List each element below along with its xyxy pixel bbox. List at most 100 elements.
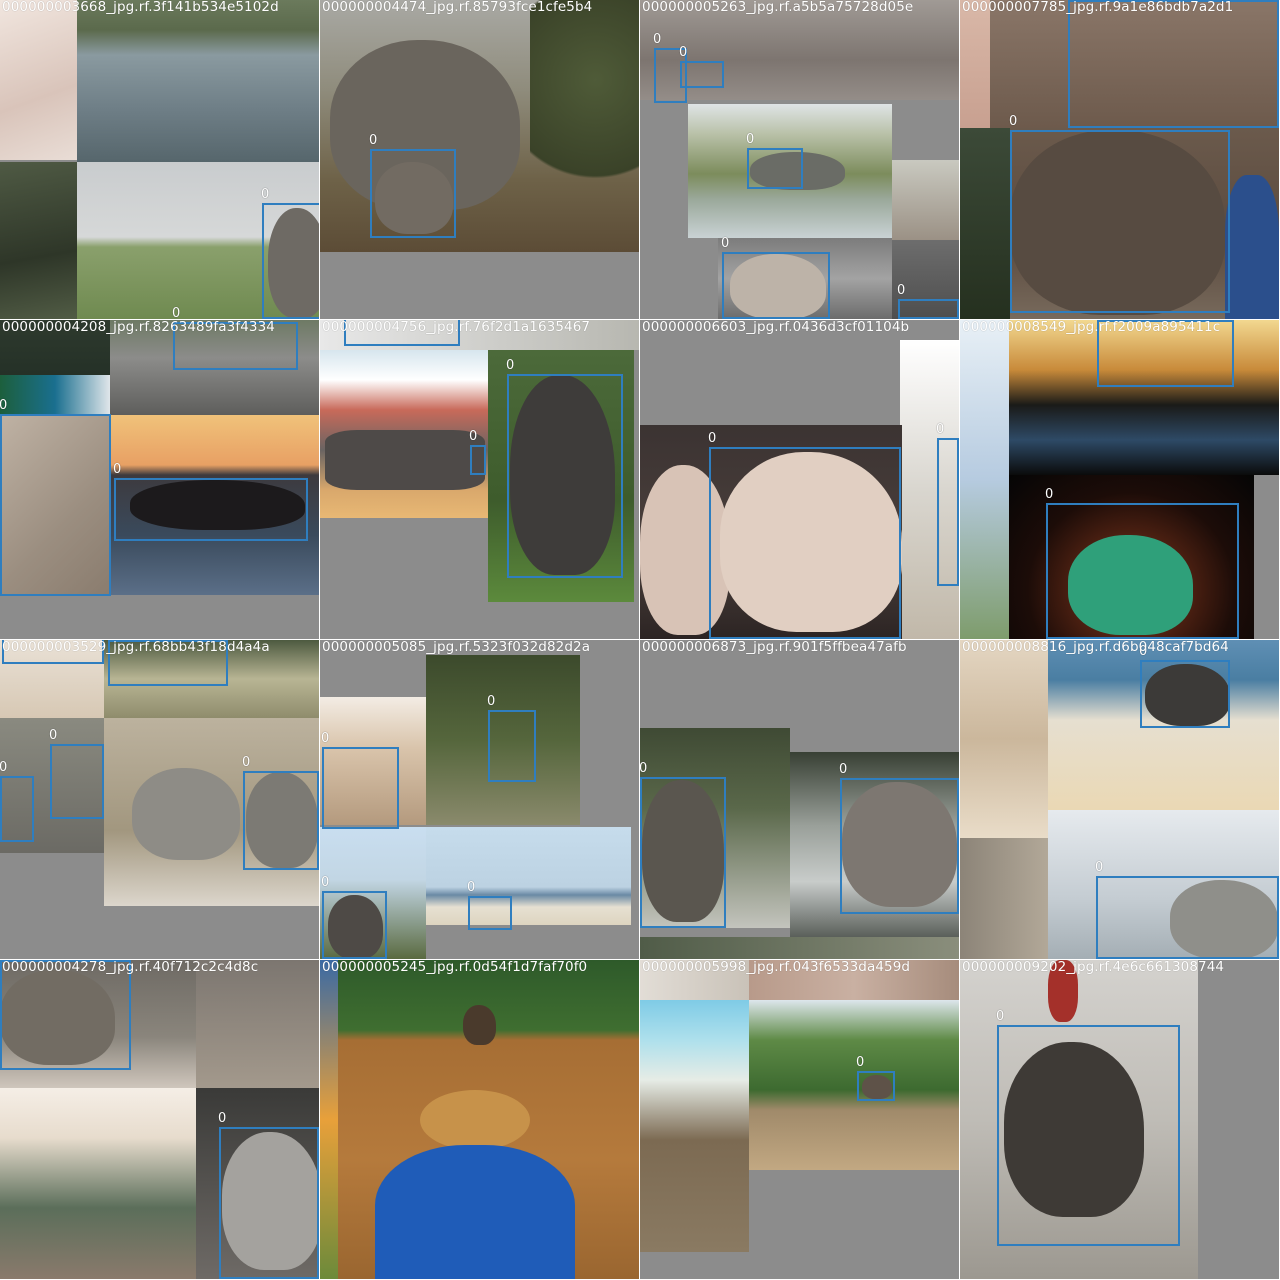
mosaic-grid: 0 0 000000003668_jpg.rf.3f141b534e5102d … [0, 0, 1280, 1280]
class-label: 0 [721, 236, 730, 251]
class-label: 0 [839, 762, 848, 777]
image-filename: 000000005263_jpg.rf.a5b5a75728d05e [642, 0, 914, 15]
mosaic-tile: 0 0 000000006873_jpg.rf.901f5ffbea47afb [640, 640, 959, 959]
bounding-box: 0 [321, 876, 387, 959]
bounding-box: 0 [1095, 861, 1279, 959]
bounding-box: 0 [1009, 115, 1230, 313]
image-filename: 000000005245_jpg.rf.0d54f1d7faf70f0 [322, 960, 588, 975]
class-label: 0 [218, 1111, 227, 1126]
image-filename: 000000004278_jpg.rf.40f712c2c4d8c [2, 960, 259, 975]
bounding-box: 0 [0, 399, 111, 596]
bounding-box: 0 [640, 762, 726, 928]
image-filename: 000000003529_jpg.rf.68bb43f18d4a4a [2, 640, 270, 655]
image-filename: 000000004474_jpg.rf.85793fce1cfe5b4 [322, 0, 593, 15]
image-filename: 000000003668_jpg.rf.3f141b534e5102d [2, 0, 279, 15]
mosaic-tile: 0 0 000000007785_jpg.rf.9a1e86bdb7a2d1 [960, 0, 1279, 319]
tile-photo [960, 0, 990, 128]
tile-photo [0, 1088, 196, 1279]
tile-photo [749, 1000, 959, 1170]
mosaic-tile: 0 000000004474_jpg.rf.85793fce1cfe5b4 [320, 0, 639, 319]
tile-photo [420, 1090, 530, 1150]
tile-photo [375, 1145, 575, 1279]
tile-photo [320, 960, 338, 1279]
bounding-box: 0 [113, 463, 308, 541]
bounding-box: 0 [746, 133, 803, 189]
class-label: 0 [1009, 114, 1018, 129]
class-label: 0 [1045, 487, 1054, 502]
bounding-box: 0 [996, 1010, 1180, 1246]
mosaic-tile: 0 0 000000003668_jpg.rf.3f141b534e5102d [0, 0, 319, 319]
image-filename: 000000008549_jpg.rf.f2009a895411c [962, 320, 1221, 335]
class-label: 0 [708, 431, 717, 446]
image-filename: 000000009202_jpg.rf.4e6c661308744 [962, 960, 1225, 975]
class-label: 0 [369, 133, 378, 148]
tile-photo [960, 320, 1009, 639]
tile-photo [1225, 175, 1279, 319]
bounding-box: 0 [936, 423, 959, 586]
bounding-box: 0 [0, 960, 131, 1070]
image-filename: 000000005085_jpg.rf.5323f032d82d2a [322, 640, 591, 655]
class-label: 0 [321, 875, 330, 890]
image-filename: 000000006873_jpg.rf.901f5ffbea47afb [642, 640, 907, 655]
mosaic-tile: 0 0 0 0 0 000000005263_jpg.rf.a5b5a75728… [640, 0, 959, 319]
bounding-box: 0 [506, 359, 623, 578]
mosaic-tile: 0 000000005998_jpg.rf.043f6533da459d [640, 960, 959, 1279]
tile-photo [196, 960, 319, 1088]
bounding-box: 0 [839, 763, 959, 914]
tile-photo [640, 1000, 749, 1252]
class-label: 0 [996, 1009, 1005, 1024]
elephant-silhouette [463, 1005, 496, 1045]
mosaic-tile: 0 0 0 0 000000005085_jpg.rf.5323f032d82d… [320, 640, 639, 959]
mosaic-tile: 000000005245_jpg.rf.0d54f1d7faf70f0 [320, 960, 639, 1279]
mosaic-tile: 0 0 0 000000004756_jpg.rf.76f2d1a1635467 [320, 320, 639, 639]
class-label: 0 [640, 761, 648, 776]
class-label: 0 [653, 32, 662, 47]
bounding-box: 0 [469, 430, 486, 475]
bounding-box: 0 [321, 732, 399, 829]
bounding-box: 0 [487, 695, 536, 782]
mosaic-tile: 0 0 0 000000004208_jpg.rf.8263489fa3f433… [0, 320, 319, 639]
class-label: 0 [936, 422, 945, 437]
class-label: 0 [506, 358, 515, 373]
tile-photo [530, 0, 639, 200]
tile-photo [426, 827, 631, 925]
image-filename: 000000005998_jpg.rf.043f6533da459d [642, 960, 911, 975]
bounding-box: 0 [0, 761, 34, 842]
bounding-box: 0 [242, 756, 319, 870]
class-label: 0 [0, 398, 8, 413]
class-label: 0 [49, 728, 58, 743]
class-label: 0 [487, 694, 496, 709]
mosaic-tile: 0 0 0 0 0 000000003529_jpg.rf.68bb43f18d… [0, 640, 319, 959]
mosaic-tile: 0 0 000000006603_jpg.rf.0436d3cf01104b [640, 320, 959, 639]
class-label: 0 [467, 880, 476, 895]
bounding-box: 0 [679, 46, 724, 88]
tile-photo [960, 640, 1048, 838]
class-label: 0 [897, 283, 906, 298]
elephant-silhouette [132, 768, 240, 860]
image-filename: 000000007785_jpg.rf.9a1e86bdb7a2d1 [962, 0, 1234, 15]
class-label: 0 [113, 462, 122, 477]
class-label: 0 [679, 45, 688, 60]
class-label: 0 [172, 306, 181, 320]
class-label: 0 [261, 187, 270, 202]
bounding-box: 0 [721, 237, 830, 319]
bounding-box: 0 [1068, 0, 1279, 128]
class-label: 0 [856, 1055, 865, 1070]
elephant-silhouette [325, 430, 485, 490]
bounding-box: 0 [369, 134, 456, 238]
class-label: 0 [0, 760, 8, 775]
class-label: 0 [746, 132, 755, 147]
tile-photo [960, 838, 1048, 959]
class-label: 0 [469, 429, 478, 444]
bounding-box: 0 [467, 881, 512, 930]
image-filename: 000000006603_jpg.rf.0436d3cf01104b [642, 320, 910, 335]
class-label: 0 [321, 731, 330, 746]
bounding-box: 0 [1139, 645, 1230, 728]
image-filename: 000000004756_jpg.rf.76f2d1a1635467 [322, 320, 591, 335]
bounding-box: 0 [261, 188, 319, 319]
image-filename: 000000008816_jpg.rf.d6b048caf7bd64 [962, 640, 1229, 655]
bounding-box: 0 [218, 1112, 319, 1279]
tile-photo [77, 0, 319, 162]
mosaic-tile: 0 0 000000008816_jpg.rf.d6b048caf7bd64 [960, 640, 1279, 959]
bounding-box: 0 [49, 729, 104, 819]
